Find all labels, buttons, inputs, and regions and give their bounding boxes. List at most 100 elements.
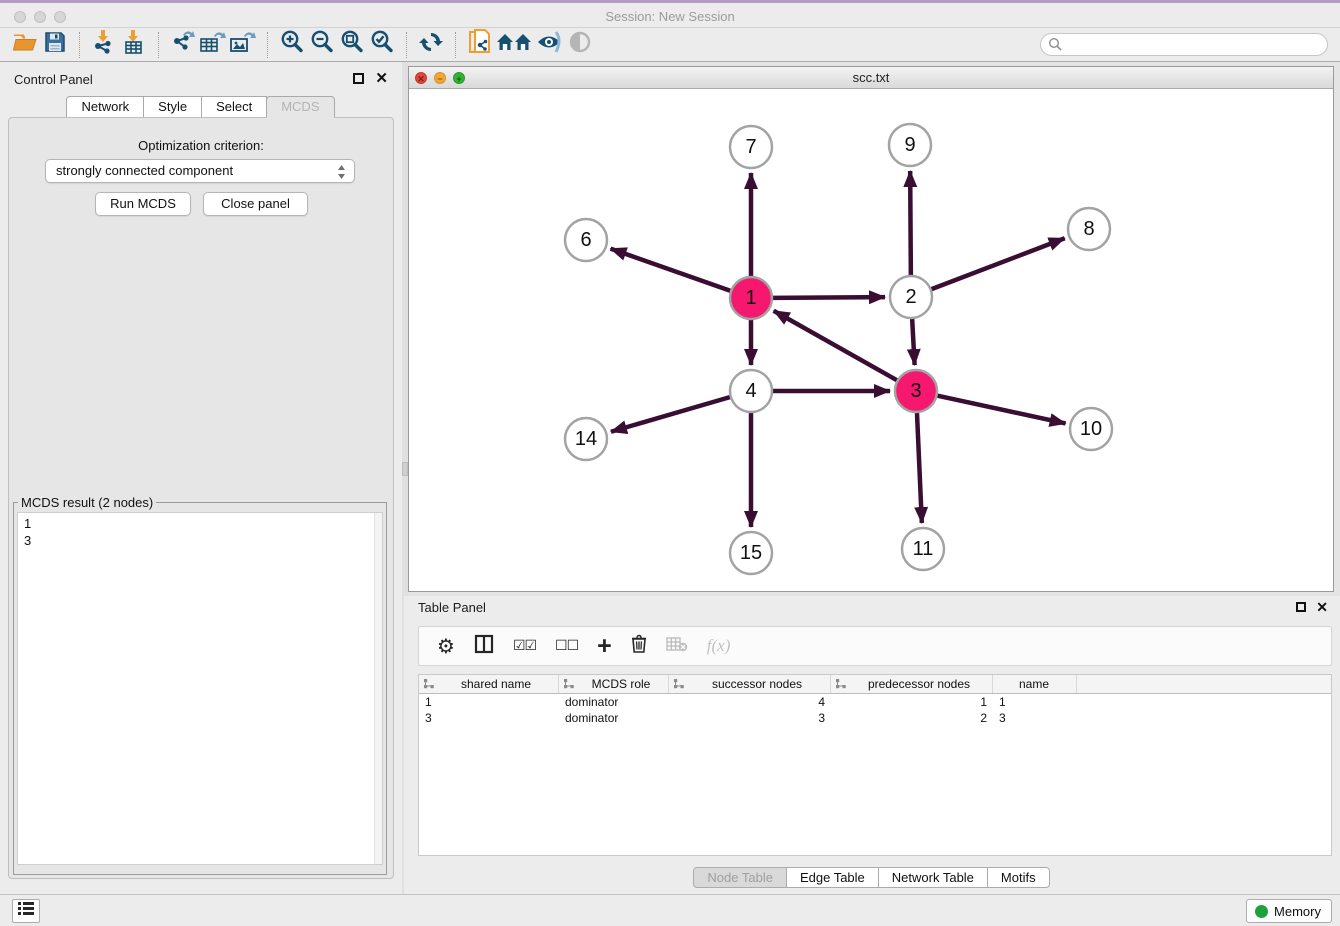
close-panel-button[interactable]: Close panel	[203, 192, 308, 216]
graph-edge-3-11[interactable]	[917, 413, 922, 523]
network-graph[interactable]: 1 2 3 4 6 7 8 9 10 11 14 15	[409, 89, 1333, 591]
close-panel-icon[interactable]: ✕	[375, 73, 388, 84]
run-mcds-button[interactable]: Run MCDS	[95, 192, 191, 216]
cell-shared-name: 1	[419, 695, 559, 709]
graph-node-1[interactable]: 1	[730, 277, 772, 319]
graph-node-2[interactable]: 2	[890, 276, 932, 318]
column-sort-icon	[424, 679, 435, 689]
show-graphics-details-button[interactable]	[565, 31, 595, 59]
window-titlebar: Session: New Session	[0, 0, 1340, 28]
tab-network[interactable]: Network	[66, 96, 144, 118]
network-window-title: scc.txt	[409, 67, 1333, 89]
float-panel-icon[interactable]	[353, 73, 364, 84]
function-builder-button[interactable]: f(x)	[707, 636, 731, 656]
svg-text:9: 9	[904, 134, 915, 156]
export-table-button[interactable]	[198, 31, 228, 59]
tab-style[interactable]: Style	[143, 96, 202, 118]
graph-edge-1-6[interactable]	[611, 249, 731, 291]
network-window-titlebar[interactable]: ✕ − + scc.txt	[409, 67, 1333, 89]
tab-node-table[interactable]: Node Table	[693, 867, 787, 888]
zoom-fit-button[interactable]	[337, 31, 367, 59]
graph-edge-3-10[interactable]	[937, 396, 1065, 424]
cell-successor-nodes: 4	[669, 695, 831, 709]
result-scrollbar[interactable]	[374, 513, 382, 864]
table-toolbar: ⚙ ☑☑ ☐☐ + f(x)	[418, 626, 1332, 666]
import-table-button[interactable]	[119, 31, 149, 59]
tab-motifs[interactable]: Motifs	[987, 867, 1050, 888]
svg-text:1: 1	[745, 287, 756, 309]
optimization-criterion-label: Optimization criterion:	[9, 138, 393, 153]
close-table-panel-icon[interactable]: ✕	[1316, 602, 1328, 612]
column-header-successor-nodes[interactable]: successor nodes	[669, 675, 831, 693]
create-column-button[interactable]: +	[597, 636, 612, 656]
delete-table-button[interactable]	[666, 636, 688, 657]
apply-layout-button[interactable]	[416, 31, 446, 59]
import-network-button[interactable]	[89, 31, 119, 59]
graph-edge-3-1[interactable]	[774, 311, 897, 380]
save-session-button[interactable]	[40, 31, 70, 59]
criterion-dropdown[interactable]: strongly connected component	[45, 159, 355, 183]
graph-node-3[interactable]: 3	[895, 370, 937, 412]
graph-edge-2-9[interactable]	[910, 171, 911, 275]
homes-icon	[496, 30, 534, 59]
table-row[interactable]: 1 dominator 4 1 1	[419, 694, 1331, 710]
window-title: Session: New Session	[0, 3, 1340, 31]
graph-node-8[interactable]: 8	[1068, 208, 1110, 250]
list-icon	[18, 902, 34, 920]
table-row[interactable]: 3 dominator 3 2 3	[419, 710, 1331, 726]
graph-edge-2-8[interactable]	[932, 238, 1065, 289]
search-container	[1040, 33, 1328, 56]
clone-network-button[interactable]	[465, 31, 495, 59]
column-header-mcds-role[interactable]: MCDS role	[559, 675, 669, 693]
import-table-icon	[121, 29, 147, 60]
network-view-window: ✕ − + scc.txt 1 2 3 4 6 7 8 9 10 11 14 15	[408, 66, 1334, 592]
hide-selected-button[interactable]	[535, 31, 565, 59]
svg-text:2: 2	[905, 286, 916, 308]
export-image-button[interactable]	[228, 31, 258, 59]
float-table-panel-icon[interactable]	[1296, 602, 1306, 612]
graph-edge-4-14[interactable]	[611, 397, 730, 432]
graph-node-7[interactable]: 7	[730, 126, 772, 168]
graph-edge-2-3[interactable]	[912, 319, 914, 365]
open-session-button[interactable]	[10, 31, 40, 59]
deselect-all-columns-button[interactable]: ☐☐	[555, 638, 578, 654]
search-icon	[1048, 37, 1063, 57]
export-network-button[interactable]	[168, 31, 198, 59]
column-header-name[interactable]: name	[993, 675, 1077, 693]
cell-mcds-role: dominator	[559, 711, 669, 725]
zoom-in-button[interactable]	[277, 31, 307, 59]
toolbar-separator	[267, 32, 268, 58]
graph-node-6[interactable]: 6	[565, 219, 607, 261]
graph-node-10[interactable]: 10	[1070, 408, 1112, 450]
table-settings-button[interactable]: ⚙	[437, 634, 455, 658]
zoom-selected-button[interactable]	[367, 31, 397, 59]
cell-shared-name: 3	[419, 711, 559, 725]
tab-select[interactable]: Select	[201, 96, 267, 118]
export-network-icon	[169, 29, 197, 60]
delete-columns-button[interactable]	[631, 634, 647, 658]
graph-node-9[interactable]: 9	[889, 124, 931, 166]
tab-edge-table[interactable]: Edge Table	[786, 867, 879, 888]
show-columns-button[interactable]	[474, 634, 494, 659]
graph-node-15[interactable]: 15	[730, 532, 772, 574]
graph-edge-1-2[interactable]	[773, 297, 885, 298]
memory-button[interactable]: Memory	[1246, 899, 1332, 923]
log-console-button[interactable]	[12, 899, 40, 923]
column-header-shared-name[interactable]: shared name	[419, 675, 559, 693]
zoom-out-button[interactable]	[307, 31, 337, 59]
column-header-predecessor-nodes[interactable]: predecessor nodes	[831, 675, 993, 693]
tab-network-table[interactable]: Network Table	[878, 867, 988, 888]
select-all-columns-button[interactable]: ☑☑	[513, 638, 536, 654]
table-panel-title: Table Panel	[418, 600, 486, 615]
mcds-result-textarea[interactable]: 1 3	[17, 512, 383, 865]
graph-node-11[interactable]: 11	[902, 528, 944, 570]
mcds-result-fieldset: MCDS result (2 nodes) 1 3	[13, 495, 387, 875]
graph-node-4[interactable]: 4	[730, 370, 772, 412]
graph-node-14[interactable]: 14	[565, 418, 607, 460]
memory-status-icon	[1255, 905, 1268, 918]
zoom-out-icon	[309, 29, 335, 60]
tab-mcds[interactable]: MCDS	[266, 96, 334, 118]
column-sort-icon	[836, 679, 847, 689]
first-neighbors-button[interactable]	[495, 31, 535, 59]
search-input[interactable]	[1040, 33, 1328, 56]
